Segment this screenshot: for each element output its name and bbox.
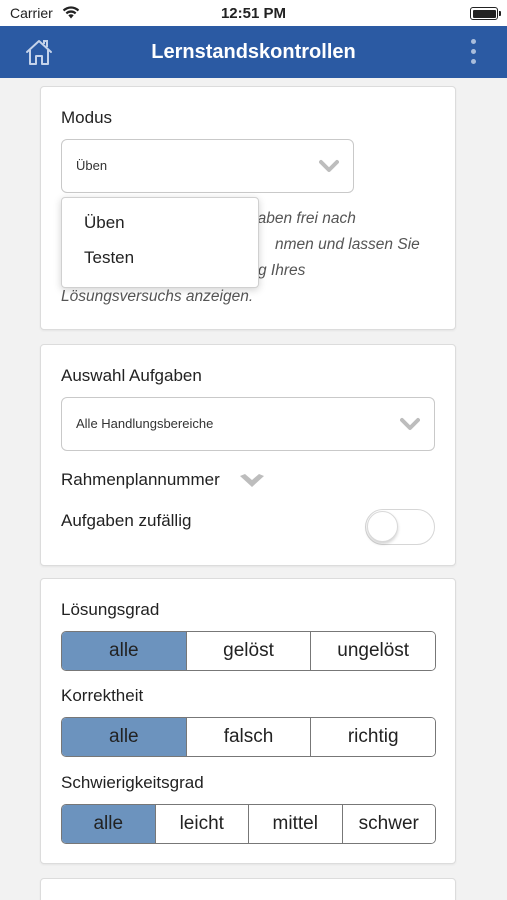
segment-loesungsgrad-ungeloest[interactable]: ungelöst bbox=[310, 632, 435, 670]
navigation-bar: Lernstandskontrollen bbox=[0, 26, 507, 78]
dropdown-option-ueben[interactable]: Üben bbox=[84, 213, 125, 233]
clock: 12:51 PM bbox=[220, 5, 287, 22]
handlungsbereich-select-value: Alle Handlungsbereiche bbox=[76, 416, 214, 431]
modus-description-line-2: nmen und lassen Sie bbox=[275, 236, 420, 253]
segment-korrektheit-alle[interactable]: alle bbox=[62, 718, 186, 756]
schwierigkeitsgrad-segmented-control: alle leicht mittel schwer bbox=[61, 804, 436, 844]
auswahl-card: Auswahl Aufgaben Alle Handlungsbereiche … bbox=[40, 344, 456, 566]
filter-card: Lösungsgrad alle gelöst ungelöst Korrekt… bbox=[40, 578, 456, 864]
battery-icon bbox=[470, 7, 501, 20]
modus-select-value: Üben bbox=[76, 158, 108, 173]
korrektheit-label: Korrektheit bbox=[61, 686, 144, 705]
segment-korrektheit-richtig[interactable]: richtig bbox=[310, 718, 435, 756]
aufgaben-zufaellig-label: Aufgaben zufällig bbox=[61, 511, 192, 530]
chevron-down-icon[interactable] bbox=[238, 471, 266, 491]
page-title: Lernstandskontrollen bbox=[151, 41, 356, 63]
next-card bbox=[40, 878, 456, 900]
modus-description-line-3: g Ihres bbox=[258, 262, 306, 279]
loesungsgrad-segmented-control: alle gelöst ungelöst bbox=[61, 631, 436, 671]
toggle-knob bbox=[367, 511, 398, 542]
segment-loesungsgrad-geloest[interactable]: gelöst bbox=[185, 632, 311, 670]
chevron-down-icon bbox=[319, 160, 339, 172]
segment-schwierigkeit-alle[interactable]: alle bbox=[62, 805, 155, 843]
modus-select[interactable]: Üben bbox=[61, 139, 354, 193]
modus-dropdown-menu: Üben Testen bbox=[61, 197, 259, 288]
aufgaben-zufaellig-toggle[interactable] bbox=[365, 509, 435, 545]
segment-schwierigkeit-leicht[interactable]: leicht bbox=[154, 805, 248, 843]
modus-label: Modus bbox=[61, 108, 113, 127]
segment-schwierigkeit-schwer[interactable]: schwer bbox=[341, 805, 435, 843]
segment-korrektheit-falsch[interactable]: falsch bbox=[185, 718, 311, 756]
korrektheit-segmented-control: alle falsch richtig bbox=[61, 717, 436, 757]
auswahl-label: Auswahl Aufgaben bbox=[61, 366, 202, 385]
chevron-down-icon bbox=[400, 418, 420, 430]
status-bar: Carrier 12:51 PM bbox=[0, 0, 507, 26]
rahmenplannummer-label: Rahmenplannummer bbox=[61, 470, 220, 489]
handlungsbereich-select[interactable]: Alle Handlungsbereiche bbox=[61, 397, 435, 451]
schwierigkeitsgrad-label: Schwierigkeitsgrad bbox=[61, 773, 204, 792]
loesungsgrad-label: Lösungsgrad bbox=[61, 600, 160, 619]
segment-schwierigkeit-mittel[interactable]: mittel bbox=[248, 805, 342, 843]
segment-loesungsgrad-alle[interactable]: alle bbox=[62, 632, 186, 670]
dropdown-option-testen[interactable]: Testen bbox=[84, 248, 134, 268]
more-vertical-icon[interactable] bbox=[469, 39, 477, 65]
modus-description-line-1: gaben frei nach bbox=[249, 210, 356, 227]
